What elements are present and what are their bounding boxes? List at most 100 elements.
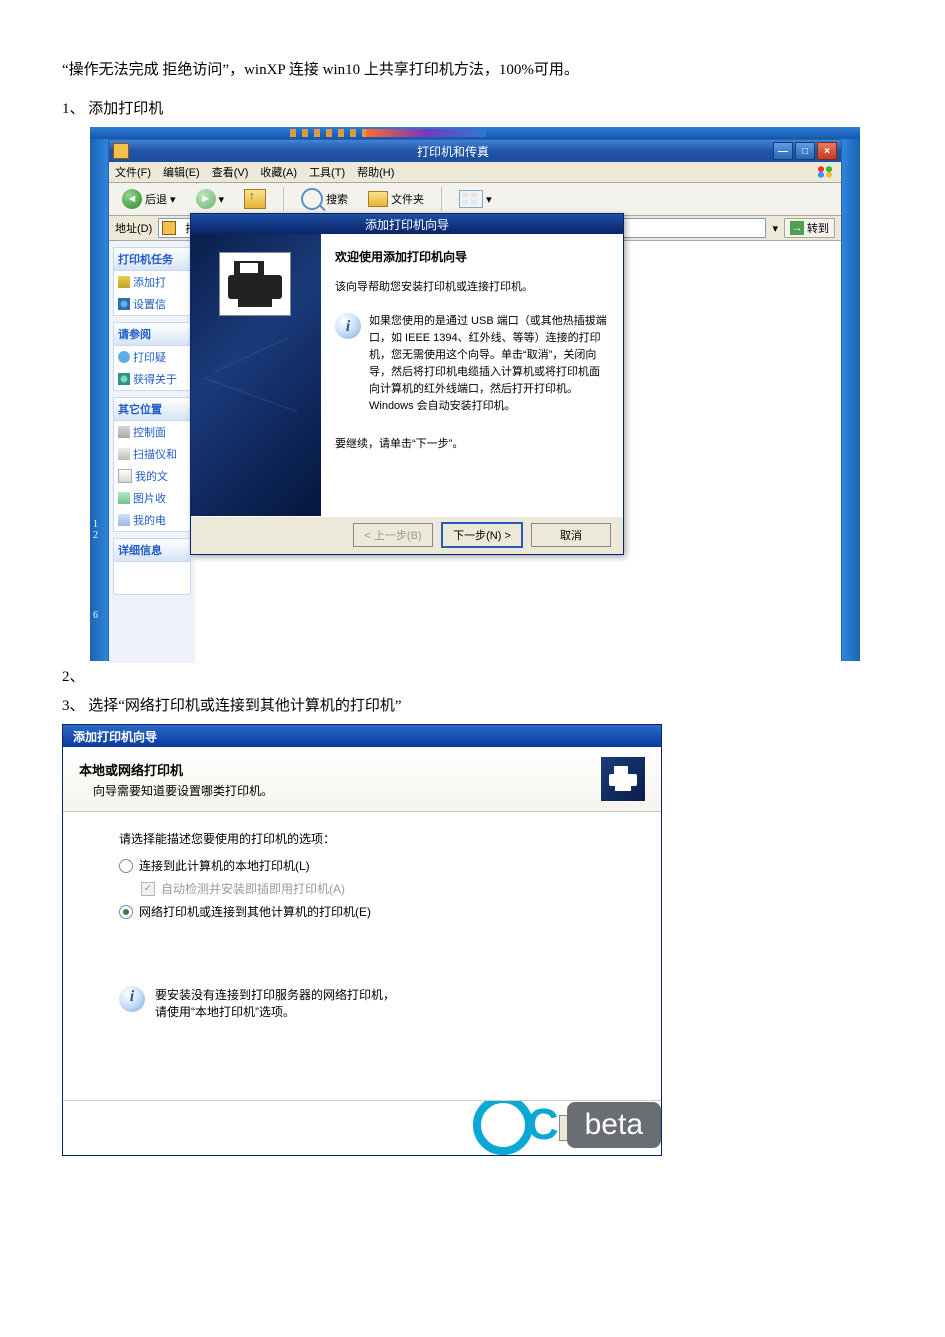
sidepanel-group-see-also: 请参阅 打印疑 获得关于 (113, 322, 191, 391)
menu-tools[interactable]: 工具(T) (309, 164, 345, 180)
menu-file[interactable]: 文件(F) (115, 164, 151, 180)
sidepanel-item-label: 设置信 (133, 296, 166, 312)
sidepanel-item-my-computer[interactable]: 我的电 (114, 509, 190, 531)
printer-folder-icon (162, 221, 176, 235)
sidepanel-item-add-printer[interactable]: 添加打 (114, 271, 190, 293)
wizard-cancel-button[interactable]: 取消 (531, 523, 611, 547)
explorer-titlebar[interactable]: 打印机和传真 — □ × (109, 140, 841, 162)
back-label: 后退 (145, 191, 167, 207)
explorer-menubar: 文件(F) 编辑(E) 查看(V) 收藏(A) 工具(T) 帮助(H) (109, 162, 841, 183)
menu-favorites[interactable]: 收藏(A) (260, 164, 297, 180)
printer-folder-icon (113, 143, 129, 159)
sidepanel-group-other-places: 其它位置 控制面 扫描仪和 我的文 图片收 我的电 (113, 397, 191, 532)
option-label: 网络打印机或连接到其他计算机的打印机(E) (139, 903, 371, 920)
sidepanel-item-label: 打印疑 (133, 349, 166, 365)
desktop-time-frag-2: 6 (93, 610, 98, 621)
globe-icon (118, 373, 130, 385)
radio-checked-icon (119, 905, 133, 919)
step-1: 1、 添加打印机 (62, 95, 883, 124)
sidepanel-item-scanners[interactable]: 扫描仪和 (114, 443, 190, 465)
settings-icon (118, 298, 130, 310)
minimize-button[interactable]: — (773, 142, 793, 160)
folder-icon (368, 191, 388, 207)
sidepanel-item-settings[interactable]: 设置信 (114, 293, 190, 315)
wizard-prev-button: < 上一步(B) (353, 523, 433, 547)
wizard2-footer: < 上一 C beta (63, 1100, 661, 1155)
desktop-right-edge (842, 139, 860, 661)
sidepanel-head[interactable]: 详细信息 (114, 539, 190, 562)
up-button[interactable] (237, 186, 273, 212)
sidepanel-head[interactable]: 打印机任务 (114, 248, 190, 271)
wizard-titlebar[interactable]: 添加打印机向导 (191, 214, 623, 234)
pictures-icon (118, 492, 130, 504)
toolbar-separator (283, 187, 284, 211)
sidepanel-item-my-documents[interactable]: 我的文 (114, 465, 190, 487)
wizard-info-box: 如果您使用的是通过 USB 端口（或其他热插拔端口，如 IEEE 1394、红外… (335, 313, 609, 415)
wizard-info-text: 如果您使用的是通过 USB 端口（或其他热插拔端口，如 IEEE 1394、红外… (369, 313, 609, 415)
wizard-sidebar-graphic (191, 234, 321, 516)
option-label: 连接到此计算机的本地打印机(L) (139, 857, 310, 874)
wizard2-titlebar[interactable]: 添加打印机向导 (63, 725, 661, 747)
wizard2-prompt: 请选择能描述您要使用的打印机的选项： (119, 830, 637, 847)
forward-button[interactable]: ► ▾ (189, 186, 232, 212)
step-2: 2、 (62, 663, 883, 692)
search-label: 搜索 (326, 191, 348, 207)
add-printer-wizard-dialog: 添加打印机向导 欢迎使用添加打印机向导 该向导帮助您安装打印机或连接打印机。 如… (190, 213, 624, 555)
windows-flag-icon (815, 165, 835, 179)
add-printer-icon (118, 276, 130, 288)
explorer-toolbar: ◄ 后退 ▾ ► ▾ 搜索 文件夹 (109, 183, 841, 216)
sidepanel-item-label: 获得关于 (133, 371, 177, 387)
step-1-num: 1、 (62, 95, 85, 124)
option-network-printer[interactable]: 网络打印机或连接到其他计算机的打印机(E) (119, 903, 637, 920)
close-button[interactable]: × (817, 142, 837, 160)
sidepanel-item-label: 我的电 (133, 512, 166, 528)
logo-ring-icon (473, 1100, 533, 1155)
menu-edit[interactable]: 编辑(E) (163, 164, 200, 180)
checkbox-disabled-icon: ✓ (141, 882, 155, 896)
scanner-icon (118, 448, 130, 460)
sidepanel-item-get-help[interactable]: 获得关于 (114, 368, 190, 390)
back-button[interactable]: ◄ 后退 ▾ (115, 186, 183, 212)
screenshot-1: 12 6 打印机和传真 — □ × 文件(F) 编辑(E) 查看(V) 收藏(A… (90, 127, 860, 661)
wizard-content: 欢迎使用添加打印机向导 该向导帮助您安装打印机或连接打印机。 如果您使用的是通过… (321, 234, 623, 516)
computer-icon (118, 514, 130, 526)
beta-badge: beta (567, 1102, 661, 1148)
search-button[interactable]: 搜索 (294, 185, 355, 213)
step-3-text: 选择“网络打印机或连接到其他计算机的打印机” (88, 698, 401, 714)
go-button[interactable]: → 转到 (784, 218, 835, 238)
sidepanel-item-label: 控制面 (133, 424, 166, 440)
chevron-down-icon: ▾ (219, 193, 225, 206)
sidepanel-item-label: 添加打 (133, 274, 166, 290)
step-3: 3、 选择“网络打印机或连接到其他计算机的打印机” (62, 692, 883, 721)
sidepanel-item-label: 图片收 (133, 490, 166, 506)
go-arrow-icon: → (790, 221, 804, 235)
wizard-continue-text: 要继续，请单击“下一步”。 (335, 435, 609, 451)
sidepanel-head[interactable]: 其它位置 (114, 398, 190, 421)
explorer-sidepanel: 打印机任务 添加打 设置信 请参阅 打印疑 获得关于 其它位置 控制面 扫描仪和… (109, 241, 195, 663)
sidepanel-item-my-pictures[interactable]: 图片收 (114, 487, 190, 509)
maximize-button[interactable]: □ (795, 142, 815, 160)
help-icon (118, 351, 130, 363)
forward-icon: ► (196, 189, 216, 209)
wizard-next-button[interactable]: 下一步(N) > (441, 522, 523, 548)
folders-button[interactable]: 文件夹 (361, 188, 431, 210)
views-button[interactable]: ▾ (452, 187, 499, 211)
search-icon (301, 188, 323, 210)
sidepanel-item-troubleshoot[interactable]: 打印疑 (114, 346, 190, 368)
document-icon (118, 469, 132, 483)
back-icon: ◄ (122, 189, 142, 209)
sidepanel-item-control-panel[interactable]: 控制面 (114, 421, 190, 443)
info-icon (335, 313, 361, 339)
chevron-down-icon: ▾ (486, 193, 492, 206)
sidepanel-item-label: 我的文 (135, 468, 168, 484)
control-panel-icon (118, 426, 130, 438)
address-dropdown-icon[interactable]: ▾ (772, 222, 778, 235)
wizard2-head-title: 本地或网络打印机 (79, 760, 601, 779)
step-1-text: 添加打印机 (88, 101, 163, 117)
menu-help[interactable]: 帮助(H) (357, 164, 394, 180)
tip-line-1: 要安装没有连接到打印服务器的网络打印机， (155, 986, 395, 1003)
desktop-background-strip (90, 127, 860, 139)
option-local-printer[interactable]: 连接到此计算机的本地打印机(L) (119, 857, 637, 874)
menu-view[interactable]: 查看(V) (212, 164, 249, 180)
sidepanel-head[interactable]: 请参阅 (114, 323, 190, 346)
